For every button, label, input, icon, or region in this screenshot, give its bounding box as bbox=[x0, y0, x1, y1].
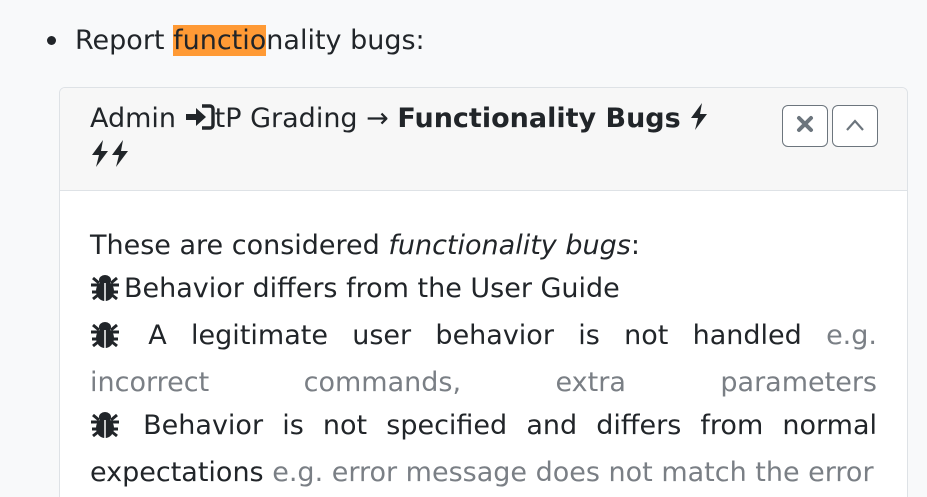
bolt-icon bbox=[689, 103, 709, 139]
bug-item-example: e.g. error message does not match the er… bbox=[272, 457, 874, 488]
card-header[interactable]: Admin tP Grading → Functionality Bugs bbox=[60, 88, 907, 191]
search-highlight: functio bbox=[173, 24, 267, 56]
title-prefix: Admin bbox=[90, 103, 177, 134]
chevron-up-icon bbox=[845, 117, 865, 136]
title-bold: Functionality Bugs bbox=[397, 103, 681, 134]
card-title: Admin tP Grading → Functionality Bugs bbox=[90, 102, 710, 176]
card-body: These are considered functionality bugs:… bbox=[60, 191, 907, 494]
title-middle: tP Grading → bbox=[214, 103, 389, 134]
bolt-icon bbox=[90, 140, 110, 176]
close-icon bbox=[796, 115, 814, 137]
bullet-item: Report functio nality bugs: bbox=[0, 18, 425, 62]
bullet-prefix: Report bbox=[75, 24, 174, 56]
bug-icon bbox=[90, 271, 120, 314]
intro-italic: functionality bugs bbox=[388, 230, 631, 261]
bug-icon bbox=[90, 318, 120, 361]
collapse-button[interactable] bbox=[832, 105, 878, 147]
close-button[interactable] bbox=[782, 105, 828, 147]
intro-suffix: : bbox=[630, 230, 640, 261]
card-header-buttons bbox=[782, 105, 878, 147]
bug-item: Behavior is not specified and differs fr… bbox=[90, 404, 877, 494]
bolt-icon bbox=[110, 140, 130, 176]
intro-prefix: These are considered bbox=[90, 230, 389, 261]
sign-in-icon bbox=[185, 104, 215, 139]
bug-item: A legitimate user behavior is not handle… bbox=[90, 314, 877, 404]
intro-text: These are considered functionality bugs: bbox=[90, 224, 877, 267]
functionality-bugs-card: Admin tP Grading → Functionality Bugs Th… bbox=[59, 87, 908, 497]
bug-item-text: Behavior differs from the User Guide bbox=[124, 273, 620, 304]
bullet-dot bbox=[47, 35, 56, 45]
bug-icon bbox=[90, 408, 120, 451]
bug-item-text: A legitimate user behavior is not handle… bbox=[148, 320, 802, 351]
bug-item: Behavior differs from the User Guide bbox=[90, 267, 877, 314]
bullet-suffix: nality bugs: bbox=[266, 24, 425, 56]
